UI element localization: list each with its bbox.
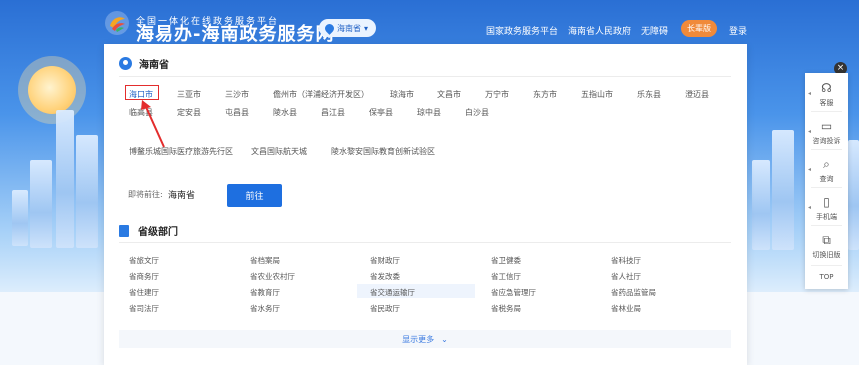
dept-item[interactable]: 省人社厅 xyxy=(611,271,641,282)
toolbar-consult-complaint[interactable]: ▭ 咨询投诉 xyxy=(805,119,848,146)
city-changjiang[interactable]: 昌江县 xyxy=(321,107,345,118)
divider xyxy=(811,111,842,112)
chevron-down-icon: ⌄ xyxy=(441,334,448,344)
skyline-building xyxy=(12,190,28,246)
caret-left-icon: ◂ xyxy=(808,128,812,135)
dept-item[interactable]: 省民政厅 xyxy=(370,303,400,314)
city-lingshui[interactable]: 陵水县 xyxy=(273,107,297,118)
location-pin-icon xyxy=(323,21,336,35)
search-icon: ⌕ xyxy=(823,157,830,171)
skyline-building xyxy=(752,160,770,250)
dept-item[interactable]: 省水务厅 xyxy=(250,303,280,314)
chevron-down-icon: ▾ xyxy=(364,23,369,33)
city-dongfang[interactable]: 东方市 xyxy=(533,89,557,100)
divider xyxy=(811,187,842,188)
show-more-button[interactable]: 显示更多 ⌄ xyxy=(119,330,731,348)
toolbar-label: 手机端 xyxy=(816,213,837,221)
portal-logo-icon[interactable] xyxy=(104,10,130,36)
mobile-phone-icon: ▯ xyxy=(823,195,830,209)
city-wenchang[interactable]: 文昌市 xyxy=(437,89,461,100)
dept-item[interactable]: 省商务厅 xyxy=(129,271,159,282)
dept-item[interactable]: 省住建厅 xyxy=(129,287,159,298)
dept-item[interactable]: 省旅文厅 xyxy=(129,255,159,266)
toolbar-label: 查询 xyxy=(819,175,834,183)
dept-item[interactable]: 省发改委 xyxy=(370,271,400,282)
city-ledong[interactable]: 乐东县 xyxy=(637,89,661,100)
caret-left-icon: ◂ xyxy=(808,204,812,211)
dept-item[interactable]: 省交通运输厅 xyxy=(370,287,415,298)
region-dropdown-panel: 海南省 海口市 三亚市 三沙市 儋州市（洋浦经济开发区） 琼海市 文昌市 万宁市… xyxy=(104,44,747,365)
city-baisha[interactable]: 白沙县 xyxy=(465,107,489,118)
city-chengmai[interactable]: 澄迈县 xyxy=(685,89,709,100)
toolbar-label: 咨询投诉 xyxy=(812,137,841,145)
dept-item[interactable]: 省工信厅 xyxy=(491,271,521,282)
toolbar-switch-old-version[interactable]: ⧉ 切换旧版 xyxy=(805,233,848,260)
dept-item[interactable]: 省科技厅 xyxy=(611,255,641,266)
dept-item[interactable]: 省林业局 xyxy=(611,303,641,314)
show-more-label: 显示更多 xyxy=(402,334,435,344)
side-toolbar: ☊ 客服 ▭ 咨询投诉 ⌕ 查询 ▯ 手机端 ⧉ 切换旧版 TOP xyxy=(805,73,848,289)
skyline-building xyxy=(76,135,98,248)
city-qiongzhong[interactable]: 琼中县 xyxy=(417,107,441,118)
dept-item[interactable]: 省税务局 xyxy=(491,303,521,314)
region-selector[interactable]: 海南省 ▾ xyxy=(319,19,377,37)
sun-illustration xyxy=(28,66,76,114)
divider xyxy=(811,265,842,266)
toolbar-label: 切换旧版 xyxy=(812,251,841,259)
caret-left-icon: ◂ xyxy=(808,90,812,97)
dept-item[interactable]: 省档案局 xyxy=(250,255,280,266)
dept-item[interactable]: 省药品监管局 xyxy=(611,287,656,298)
caret-left-icon: ◂ xyxy=(808,166,812,173)
toolbar-customer-service[interactable]: ☊ 客服 xyxy=(805,81,848,108)
nav-link-national-platform[interactable]: 国家政务服务平台 xyxy=(486,24,558,37)
dept-item[interactable]: 省卫健委 xyxy=(491,255,521,266)
dept-item[interactable]: 省应急管理厅 xyxy=(491,287,536,298)
goto-value: 海南省 xyxy=(168,191,196,201)
skyline-building xyxy=(772,130,794,250)
region-selector-label: 海南省 xyxy=(337,23,361,33)
skyline-building xyxy=(848,140,859,250)
skyline-building xyxy=(30,160,52,248)
city-sansha[interactable]: 三沙市 xyxy=(225,89,249,100)
zone-lingshui-lian[interactable]: 陵水黎安国际教育创新试验区 xyxy=(331,146,435,157)
switch-version-icon: ⧉ xyxy=(822,233,831,247)
goto-label: 即将前往: xyxy=(128,190,163,199)
login-link[interactable]: 登录 xyxy=(729,24,747,37)
city-wuzhishan[interactable]: 五指山市 xyxy=(581,89,613,100)
departments-title: 省级部门 xyxy=(138,227,178,238)
nav-link-accessibility[interactable]: 无障碍 xyxy=(641,24,668,37)
city-tunchang[interactable]: 屯昌县 xyxy=(225,107,249,118)
departments-header: 省级部门 xyxy=(119,223,178,238)
toolbar-label: 客服 xyxy=(819,99,834,107)
zone-wenchang-space-city[interactable]: 文昌国际航天城 xyxy=(251,146,307,157)
goto-button[interactable]: 前往 xyxy=(227,184,282,207)
message-icon: ▭ xyxy=(820,119,833,133)
divider xyxy=(811,149,842,150)
city-danzhou[interactable]: 儋州市（洋浦经济开发区） xyxy=(273,89,369,100)
city-baoting[interactable]: 保亭县 xyxy=(369,107,393,118)
site-header: 全国一体化在线政务服务平台 海易办-海南政务服务网 海南省 ▾ 国家政务服务平台… xyxy=(0,0,859,44)
back-to-top-button[interactable]: TOP xyxy=(805,273,848,281)
city-wanning[interactable]: 万宁市 xyxy=(485,89,509,100)
city-qionghai[interactable]: 琼海市 xyxy=(390,89,414,100)
portal-title[interactable]: 海易办-海南政务服务网 xyxy=(136,24,334,44)
toolbar-mobile[interactable]: ▯ 手机端 xyxy=(805,195,848,222)
dept-item[interactable]: 省财政厅 xyxy=(370,255,400,266)
divider xyxy=(119,242,731,243)
annotation-arrow-icon xyxy=(141,100,165,148)
elder-mode-button[interactable]: 长辈版 xyxy=(681,20,717,37)
dept-item[interactable]: 省司法厅 xyxy=(129,303,159,314)
section-marker-icon xyxy=(119,224,129,237)
toolbar-query[interactable]: ⌕ 查询 xyxy=(805,157,848,184)
divider xyxy=(811,225,842,226)
nav-link-provincial-government[interactable]: 海南省人民政府 xyxy=(568,24,631,37)
dept-item[interactable]: 省教育厅 xyxy=(250,287,280,298)
dept-item[interactable]: 省农业农村厅 xyxy=(250,271,295,282)
headset-icon: ☊ xyxy=(821,81,832,95)
skyline-building xyxy=(56,110,74,248)
